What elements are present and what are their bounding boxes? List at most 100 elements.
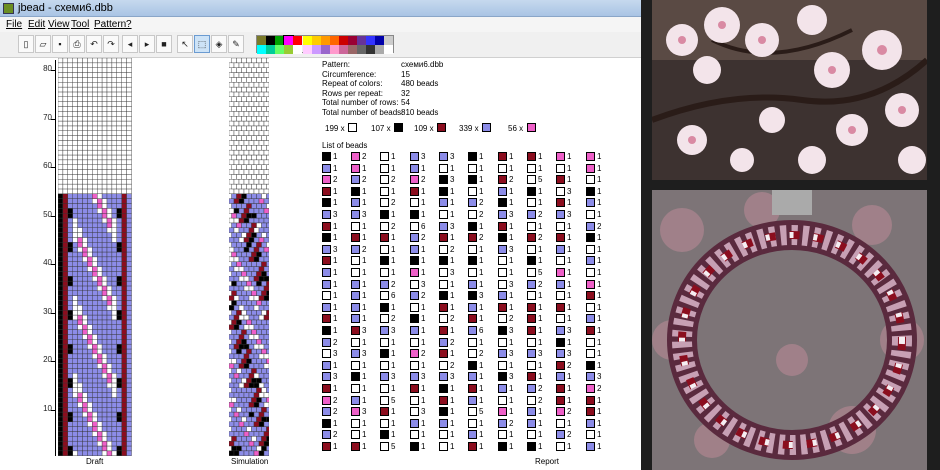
bead <box>126 411 132 418</box>
bead <box>266 193 269 199</box>
palette-swatch[interactable] <box>329 45 339 54</box>
bead <box>256 348 262 355</box>
bead <box>233 149 240 156</box>
menu-help[interactable]: ? <box>126 19 132 30</box>
bead-list-swatch <box>468 418 477 428</box>
palette-swatch[interactable] <box>266 45 276 54</box>
palette-swatch[interactable] <box>302 45 312 54</box>
bead <box>82 271 88 277</box>
bead-list-count: 2 <box>479 198 484 208</box>
bead <box>101 164 108 170</box>
bead <box>121 402 127 408</box>
bead <box>263 120 269 127</box>
bead <box>67 319 73 325</box>
palette-swatch[interactable] <box>348 45 357 54</box>
shift-right-button[interactable]: ▸ <box>139 35 155 53</box>
bead <box>97 290 103 296</box>
menu-edit[interactable]: Edit <box>28 19 45 30</box>
palette-swatch[interactable] <box>366 36 376 45</box>
fill-tool[interactable]: ◈ <box>211 35 227 53</box>
bead <box>97 266 103 272</box>
bead-list-count: 1 <box>450 163 455 173</box>
bead <box>58 106 64 112</box>
save-button[interactable]: ▪ <box>52 35 68 53</box>
bead <box>92 242 98 248</box>
necklace-photo <box>652 190 927 470</box>
print-button[interactable]: ⎙ <box>69 35 85 53</box>
palette-swatch[interactable] <box>375 36 385 45</box>
palette-swatch[interactable] <box>338 36 348 45</box>
stop-button[interactable]: ■ <box>156 35 172 53</box>
palette-swatch[interactable] <box>357 36 367 45</box>
palette-swatch[interactable] <box>375 45 385 54</box>
palette-swatch[interactable] <box>293 45 303 54</box>
bead <box>229 169 235 175</box>
bead <box>72 62 78 68</box>
draft-grid[interactable] <box>58 58 132 456</box>
bead <box>246 135 252 141</box>
bead <box>67 261 73 267</box>
bead-list-swatch <box>410 302 419 312</box>
bead-list-count: 1 <box>509 186 514 196</box>
palette-swatch[interactable] <box>302 36 312 45</box>
shift-left-button[interactable]: ◂ <box>122 35 138 53</box>
select-tool[interactable]: ⬚ <box>194 35 210 53</box>
bead <box>258 353 265 359</box>
bead <box>238 208 245 214</box>
bead <box>97 251 103 258</box>
pointer-tool[interactable]: ↖ <box>177 35 193 53</box>
palette-swatch[interactable] <box>366 45 376 54</box>
open-button[interactable]: ▱ <box>35 35 51 53</box>
bead <box>261 426 267 432</box>
palette-swatch[interactable] <box>283 35 295 46</box>
palette-swatch[interactable] <box>338 45 348 54</box>
bead <box>126 271 132 277</box>
redo-button[interactable]: ↷ <box>103 35 119 53</box>
palette-swatch[interactable] <box>275 45 285 54</box>
palette-swatch[interactable] <box>311 36 321 45</box>
new-button[interactable]: ▯ <box>18 35 34 53</box>
palette-swatch[interactable] <box>320 36 330 45</box>
palette-swatch[interactable] <box>275 36 285 45</box>
menu-view[interactable]: View <box>48 19 70 30</box>
bead <box>62 392 69 398</box>
bead <box>253 334 260 340</box>
bead <box>82 290 88 296</box>
bead <box>106 91 113 98</box>
palette-swatch[interactable] <box>357 45 367 54</box>
ruler-label: 70 <box>43 112 52 122</box>
palette-swatch[interactable] <box>311 45 321 54</box>
bead-list-count: 1 <box>567 244 572 254</box>
palette-swatch[interactable] <box>284 45 294 54</box>
menu-pattern[interactable]: Pattern <box>94 19 126 30</box>
bead <box>62 77 69 83</box>
palette-swatch[interactable] <box>257 36 266 45</box>
palette-swatch[interactable] <box>384 36 394 45</box>
palette-swatch[interactable] <box>257 45 266 54</box>
palette-swatch[interactable] <box>348 36 357 45</box>
bead <box>121 58 127 64</box>
bead <box>238 421 245 427</box>
bead <box>67 266 73 272</box>
palette-swatch[interactable] <box>329 36 339 45</box>
palette-swatch[interactable] <box>384 45 394 54</box>
palette-swatch[interactable] <box>320 45 330 54</box>
menu-file[interactable]: File <box>6 19 22 30</box>
bead <box>116 392 122 398</box>
bead <box>238 179 245 185</box>
bead <box>111 91 118 98</box>
bead <box>97 329 103 335</box>
bead <box>82 77 88 83</box>
bead-list-count: 1 <box>333 326 338 335</box>
bead <box>62 368 69 374</box>
bead-list-count: 1 <box>362 291 367 301</box>
bead <box>87 290 93 296</box>
menu-tool[interactable]: Tool <box>71 19 89 30</box>
pick-tool[interactable]: ✎ <box>228 35 244 53</box>
undo-button[interactable]: ↶ <box>86 35 102 53</box>
palette-swatch[interactable] <box>266 36 276 45</box>
bead <box>111 368 118 374</box>
palette-swatch[interactable] <box>293 36 303 45</box>
bead-list-count: 3 <box>450 221 455 231</box>
bead <box>58 67 64 73</box>
